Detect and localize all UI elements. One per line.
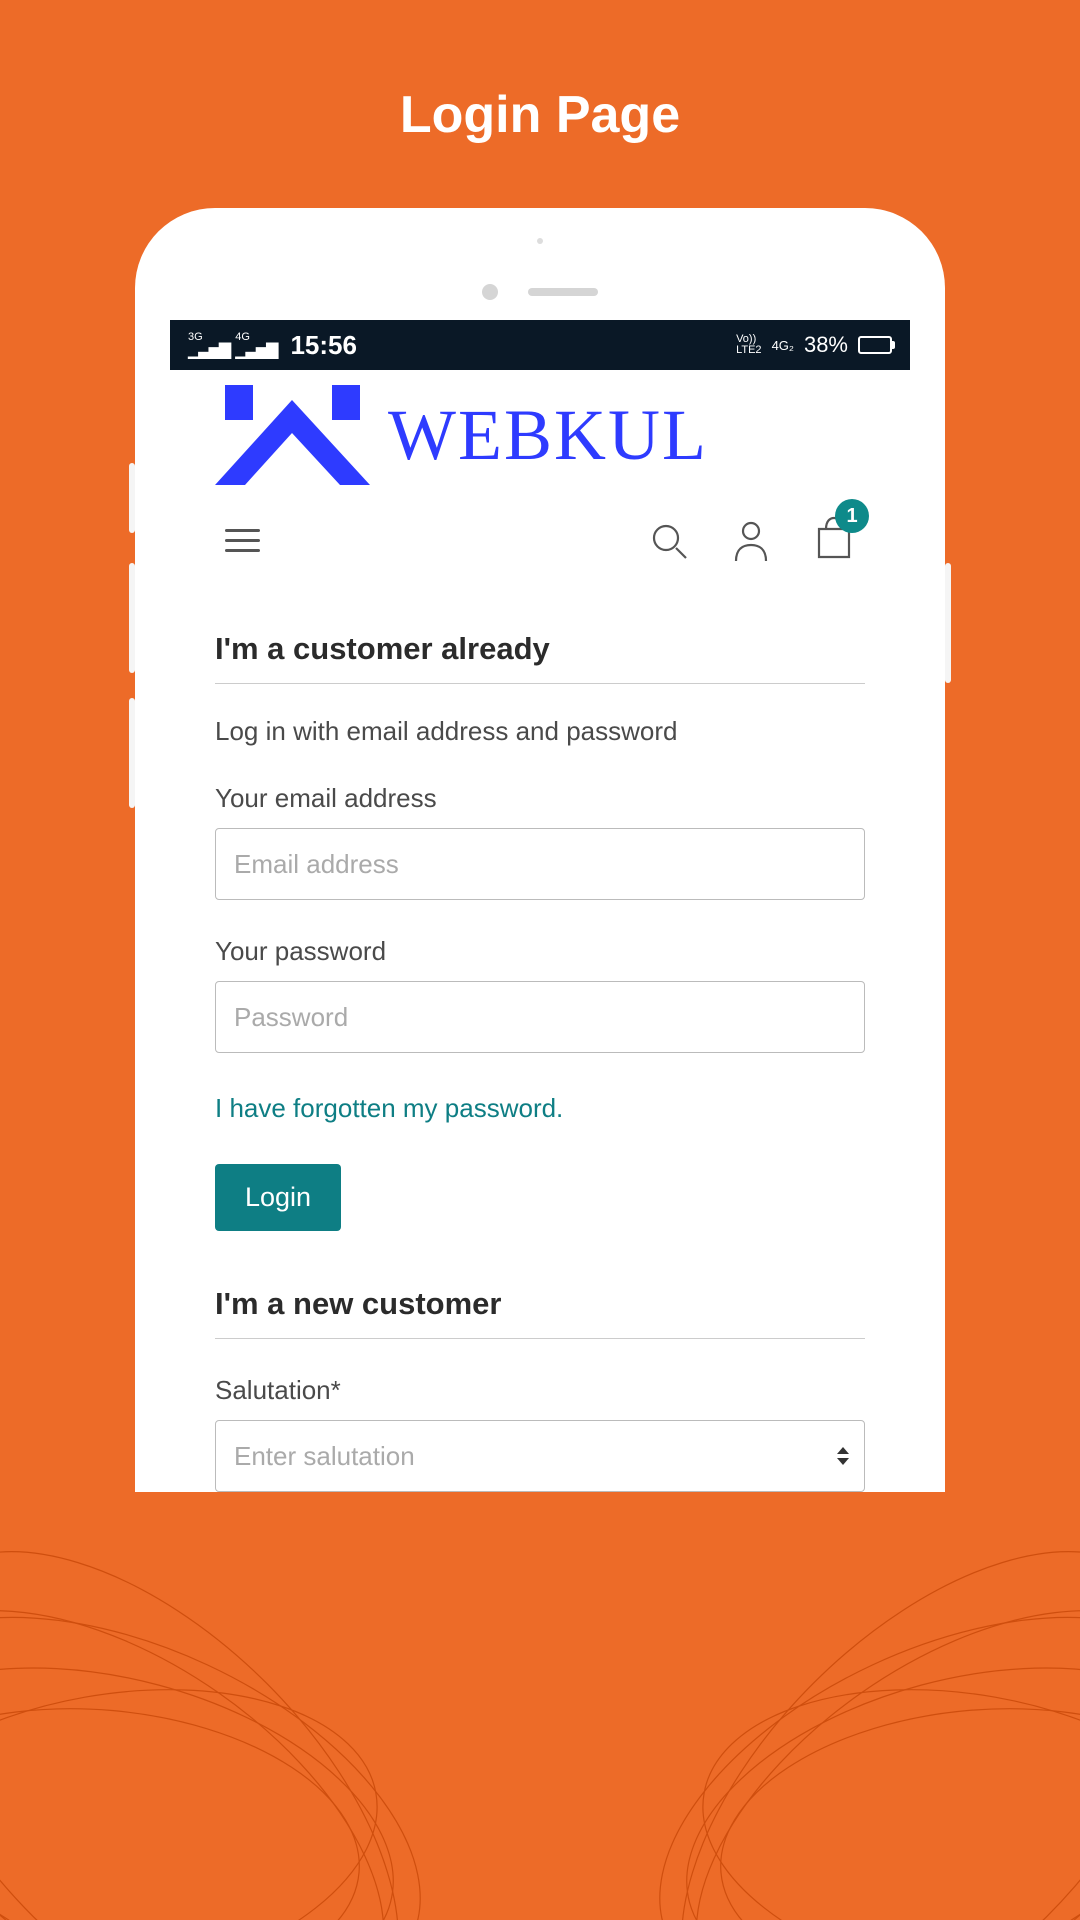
status-time: 15:56 [290, 330, 357, 361]
hamburger-icon[interactable] [225, 529, 260, 552]
brand-logo[interactable]: WEBKUL [215, 370, 865, 490]
battery-icon [858, 336, 892, 354]
account-icon[interactable] [731, 519, 771, 563]
password-input[interactable] [215, 981, 865, 1053]
login-section-header: I'm a customer already [215, 631, 865, 684]
signal-3g: 3G▁▃▅▇ [188, 332, 229, 359]
login-section-sub: Log in with email address and password [215, 716, 865, 747]
login-button[interactable]: Login [215, 1164, 341, 1231]
signal-4g: 4G▁▃▅▇ [235, 332, 276, 359]
email-input[interactable] [215, 828, 865, 900]
brand-name: WEBKUL [388, 394, 708, 477]
phone-notch [135, 228, 945, 320]
password-label: Your password [215, 936, 865, 967]
search-icon[interactable] [649, 521, 689, 561]
logo-mark-icon [215, 385, 370, 485]
salutation-select[interactable]: Enter salutation [215, 1420, 865, 1492]
email-label: Your email address [215, 783, 865, 814]
register-section-header: I'm a new customer [215, 1286, 865, 1339]
cart-badge: 1 [835, 499, 869, 533]
status-bar: 3G▁▃▅▇ 4G▁▃▅▇ 15:56 Vo)) LTE2 4G₂ 38% [170, 320, 910, 370]
phone-frame: 3G▁▃▅▇ 4G▁▃▅▇ 15:56 Vo)) LTE2 4G₂ 38% [135, 208, 945, 1492]
phone-screen: 3G▁▃▅▇ 4G▁▃▅▇ 15:56 Vo)) LTE2 4G₂ 38% [170, 320, 910, 1492]
salutation-label: Salutation* [215, 1375, 865, 1406]
page-title: Login Page [0, 0, 1080, 145]
toolbar: 1 [215, 490, 865, 581]
salutation-placeholder: Enter salutation [234, 1441, 415, 1472]
battery-percent: 38% [804, 332, 848, 358]
forgot-password-link[interactable]: I have forgotten my password. [215, 1093, 865, 1124]
net-label: 4G₂ [772, 338, 794, 353]
lte-label: Vo)) LTE2 [736, 334, 761, 356]
cart-button[interactable]: 1 [813, 515, 855, 566]
